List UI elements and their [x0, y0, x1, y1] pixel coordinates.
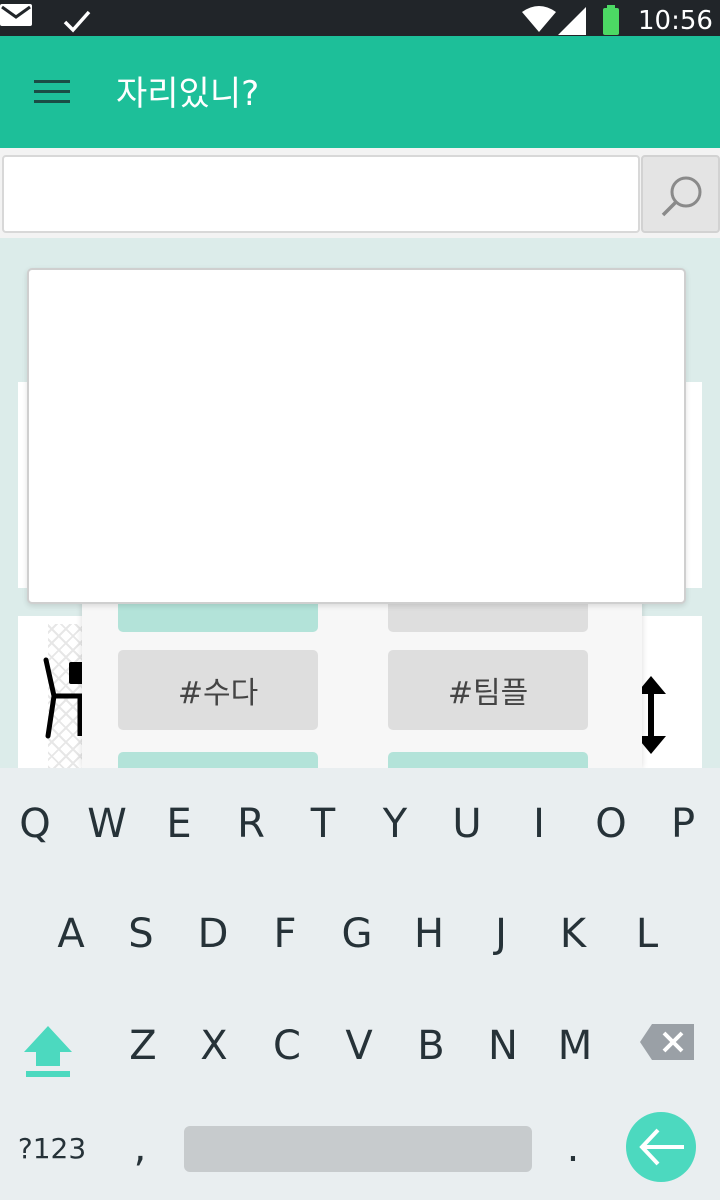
enter-button[interactable]	[626, 1112, 696, 1182]
key-a[interactable]: A	[41, 894, 101, 974]
app-title: 자리있니?	[116, 74, 260, 114]
tag-teamplay-button[interactable]: #팀플	[388, 650, 588, 730]
tag-button[interactable]	[388, 600, 588, 632]
key-period[interactable]: .	[543, 1108, 603, 1188]
key-o[interactable]: O	[581, 784, 641, 864]
backspace-icon[interactable]	[638, 1022, 696, 1062]
arrow-left-icon	[639, 1128, 684, 1166]
key-t[interactable]: T	[293, 784, 353, 864]
popup-dialog	[27, 268, 686, 604]
app-bar: 자리있니?	[0, 36, 720, 148]
cell-signal-icon	[558, 7, 586, 35]
shift-icon[interactable]	[20, 1022, 76, 1078]
key-x[interactable]: X	[184, 1006, 244, 1086]
tag-button[interactable]	[118, 600, 318, 632]
tag-button[interactable]	[118, 752, 318, 768]
tag-chat-button[interactable]: #수다	[118, 650, 318, 730]
search-row	[0, 148, 720, 238]
check-icon	[63, 10, 91, 33]
key-k[interactable]: K	[543, 894, 603, 974]
key-c[interactable]: C	[257, 1006, 317, 1086]
spacebar[interactable]	[184, 1126, 532, 1172]
key-n[interactable]: N	[473, 1006, 533, 1086]
key-s[interactable]: S	[111, 894, 171, 974]
search-input[interactable]	[2, 155, 640, 233]
key-symbols[interactable]: ?123	[12, 1108, 92, 1188]
soft-keyboard: Q W E R T Y U I O P A S D F G H J K L Z …	[0, 768, 720, 1200]
tag-sheet: #수다 #팀플	[82, 600, 642, 768]
key-r[interactable]: R	[221, 784, 281, 864]
battery-icon	[603, 5, 619, 35]
key-d[interactable]: D	[183, 894, 243, 974]
key-l[interactable]: L	[617, 894, 677, 974]
key-y[interactable]: Y	[365, 784, 425, 864]
search-button[interactable]	[641, 155, 720, 233]
key-m[interactable]: M	[545, 1006, 605, 1086]
key-f[interactable]: F	[255, 894, 315, 974]
key-g[interactable]: G	[327, 894, 387, 974]
key-i[interactable]: I	[509, 784, 569, 864]
hamburger-menu-icon[interactable]	[34, 80, 70, 104]
key-q[interactable]: Q	[5, 784, 65, 864]
chair-icon	[43, 657, 85, 739]
key-e[interactable]: E	[149, 784, 209, 864]
mail-icon	[0, 4, 32, 26]
key-comma[interactable]: ,	[110, 1108, 170, 1188]
key-j[interactable]: J	[471, 894, 531, 974]
key-z[interactable]: Z	[113, 1006, 173, 1086]
status-time: 10:56	[638, 6, 713, 36]
key-b[interactable]: B	[401, 1006, 461, 1086]
key-v[interactable]: V	[329, 1006, 389, 1086]
search-icon	[661, 176, 702, 217]
key-h[interactable]: H	[399, 894, 459, 974]
wifi-icon	[522, 6, 556, 32]
status-bar: 10:56	[0, 0, 720, 36]
key-u[interactable]: U	[437, 784, 497, 864]
key-w[interactable]: W	[77, 784, 137, 864]
tag-button[interactable]	[388, 752, 588, 768]
key-p[interactable]: P	[653, 784, 713, 864]
